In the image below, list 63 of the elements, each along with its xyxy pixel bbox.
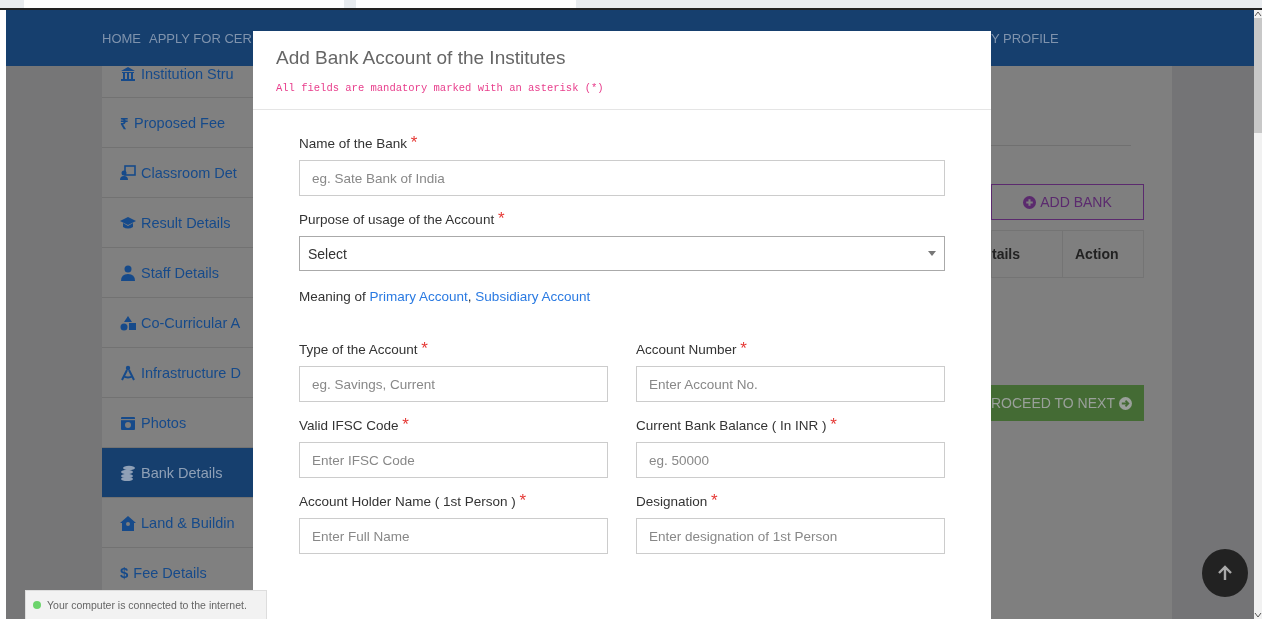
field-label: Designation * xyxy=(636,494,719,509)
field-label: Valid IFSC Code * xyxy=(299,418,410,433)
scroll-down-icon[interactable] xyxy=(1254,611,1262,619)
sidebar-label: Institution Stru xyxy=(141,66,234,82)
nav-link[interactable]: APPLY FOR CER xyxy=(149,30,252,46)
plus-icon xyxy=(1023,195,1037,209)
field-label: Current Bank Balance ( In INR ) * xyxy=(636,418,838,433)
coins-icon xyxy=(120,464,136,481)
sidebar-label: Photos xyxy=(141,414,187,431)
field-label: Account Number * xyxy=(636,342,748,357)
status-dot-icon xyxy=(33,601,41,609)
sidebar-label: Result Details xyxy=(141,214,231,231)
input-field[interactable]: eg. 50000 xyxy=(636,442,945,478)
nav-link[interactable]: HOME xyxy=(102,30,141,46)
currency-icon: $ xyxy=(120,564,129,581)
currency-icon: ₹ xyxy=(120,112,129,133)
account-link[interactable]: Primary Account xyxy=(369,289,468,304)
field-label: Purpose of usage of the Account * xyxy=(299,212,506,227)
proceed-button[interactable]: ROCEED TO NEXT xyxy=(991,385,1144,421)
sidebar-label: Staff Details xyxy=(141,264,219,281)
sidebar-label: Fee Details xyxy=(133,564,207,581)
sidebar-item[interactable]: Institution Stru xyxy=(102,66,253,98)
graduation-cap-icon xyxy=(120,214,136,231)
input-field[interactable]: Enter Full Name xyxy=(299,518,608,554)
shapes-icon xyxy=(120,314,136,331)
toast-text: Your computer is connected to the internet. xyxy=(47,599,247,611)
input-field[interactable]: Enter IFSC Code xyxy=(299,442,608,478)
nav-link[interactable]: Y PROFILE xyxy=(991,30,1059,46)
sidebar-label: Infrastructure D xyxy=(141,364,241,381)
arrow-right-icon xyxy=(1118,396,1132,410)
scrollbar[interactable] xyxy=(1254,10,1262,619)
browser-tab[interactable] xyxy=(356,0,576,8)
field-label: Name of the Bank * xyxy=(299,136,419,151)
mandatory-note: All fields are mandatory marked with an asterisk (*) xyxy=(276,82,605,94)
building-icon xyxy=(120,66,136,82)
input-field[interactable]: Enter Account No. xyxy=(636,366,945,402)
browser-tab[interactable] xyxy=(24,0,344,8)
modal-title: Add Bank Account of the Institutes xyxy=(276,47,567,69)
field-label: Type of the Account * xyxy=(299,342,429,357)
meaning-text: Meaning of Primary Account, Subsidiary Account xyxy=(299,289,591,304)
sidebar-label: Proposed Fee xyxy=(134,114,226,131)
sidebar-label: Classroom Det xyxy=(141,164,237,181)
caret-icon xyxy=(928,251,936,256)
input-field[interactable]: eg. Savings, Current xyxy=(299,366,608,402)
sidebar-label: Land & Buildin xyxy=(141,514,235,531)
person-icon xyxy=(120,264,136,281)
scrollbar-thumb[interactable] xyxy=(1254,18,1262,133)
add-bank-button[interactable]: ADD BANK xyxy=(991,184,1144,220)
select-field[interactable]: Select xyxy=(299,236,945,271)
account-link[interactable]: Subsidiary Account xyxy=(475,289,591,304)
input-field[interactable]: eg. Sate Bank of India xyxy=(299,160,945,196)
classroom-icon xyxy=(120,164,136,181)
sidebar-label: Co-Curricular A xyxy=(141,314,241,331)
sidebar-label: Bank Details xyxy=(141,464,223,481)
column-header: tails xyxy=(992,231,1063,277)
input-field[interactable]: Enter designation of 1st Person xyxy=(636,518,945,554)
scroll-up-icon[interactable] xyxy=(1254,10,1262,18)
sidebar-item[interactable]: Bank Details xyxy=(102,448,253,498)
field-label: Account Holder Name ( 1st Person ) * xyxy=(299,494,528,509)
column-header: Action xyxy=(1074,245,1119,264)
house-icon xyxy=(120,514,136,531)
compass-icon xyxy=(120,364,136,381)
camera-icon xyxy=(120,414,136,431)
